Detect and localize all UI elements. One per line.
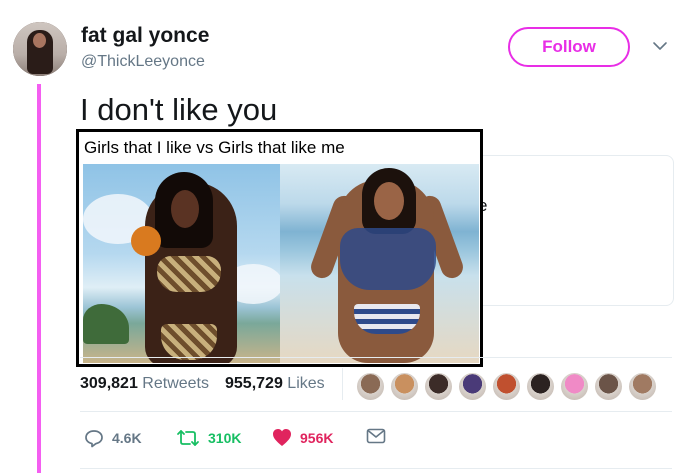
avatar-face bbox=[33, 33, 46, 48]
like-count: 956K bbox=[300, 429, 334, 446]
reply-icon bbox=[85, 430, 103, 448]
liker-avatar[interactable] bbox=[390, 372, 419, 401]
liker-avatar[interactable] bbox=[458, 372, 487, 401]
chevron-down-icon[interactable] bbox=[652, 38, 668, 54]
liker-avatar[interactable] bbox=[492, 372, 521, 401]
liker-avatar[interactable] bbox=[526, 372, 555, 401]
likes-count: 955,729 bbox=[225, 375, 283, 392]
like-action[interactable]: 956K bbox=[272, 428, 333, 447]
liker-avatar[interactable] bbox=[628, 372, 657, 401]
stats-separator bbox=[342, 368, 343, 400]
liker-avatar[interactable] bbox=[560, 372, 589, 401]
retweets-label: Retweets bbox=[142, 375, 209, 392]
retweet-icon bbox=[177, 430, 199, 446]
likes-stat[interactable]: 955,729 Likes bbox=[225, 375, 325, 393]
stats-divider-top bbox=[80, 357, 672, 358]
retweet-count: 310K bbox=[208, 430, 242, 446]
likes-label: Likes bbox=[287, 375, 325, 392]
follow-button[interactable]: Follow bbox=[508, 27, 630, 67]
meme-photo-right bbox=[280, 164, 479, 363]
reply-count: 4.6K bbox=[112, 430, 142, 446]
tweet-text: I don't like you bbox=[80, 92, 278, 127]
meme-caption: Girls that I like vs Girls that like me bbox=[84, 138, 345, 157]
display-name[interactable]: fat gal yonce bbox=[81, 24, 209, 48]
liker-avatar[interactable] bbox=[424, 372, 453, 401]
user-avatar[interactable] bbox=[13, 22, 67, 76]
reply-action[interactable]: 4.6K bbox=[84, 428, 142, 448]
meme-image: Girls that I like vs Girls that like me bbox=[76, 129, 483, 367]
liker-avatar[interactable] bbox=[594, 372, 623, 401]
message-action[interactable] bbox=[366, 428, 386, 444]
thread-line bbox=[37, 84, 41, 473]
stats-divider-bottom bbox=[80, 411, 672, 412]
retweets-count: 309,821 bbox=[80, 375, 138, 392]
retweets-stat[interactable]: 309,821 Retweets bbox=[80, 375, 209, 393]
meme-photo-left bbox=[83, 164, 280, 363]
heart-icon bbox=[273, 429, 291, 446]
liker-avatar[interactable] bbox=[356, 372, 385, 401]
retweet-action[interactable]: 310K bbox=[176, 428, 241, 448]
action-divider-bottom bbox=[80, 468, 672, 469]
user-handle[interactable]: @ThickLeeyonce bbox=[81, 53, 205, 71]
envelope-icon bbox=[366, 428, 386, 444]
